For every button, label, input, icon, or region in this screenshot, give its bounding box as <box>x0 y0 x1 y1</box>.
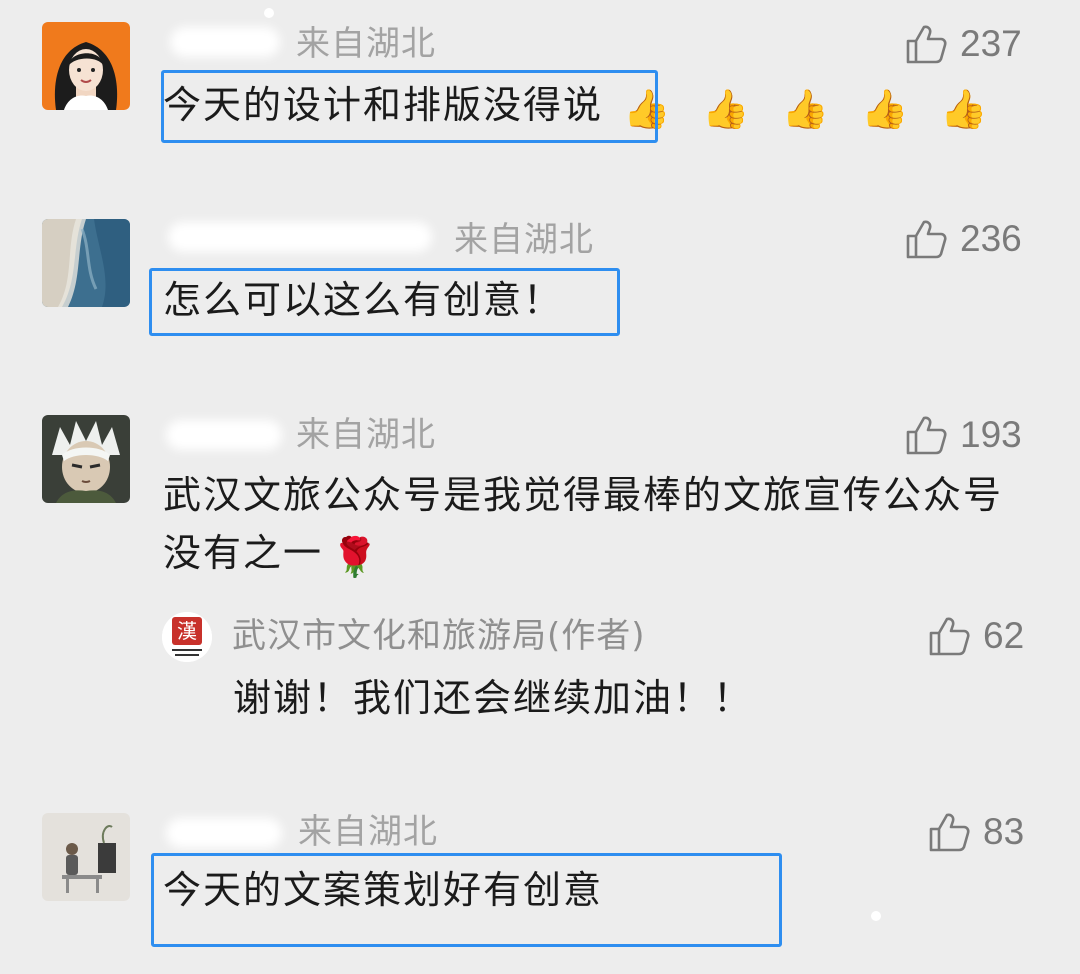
like-count: 62 <box>983 615 1025 656</box>
thumbs-up-emoji: 👍 <box>940 87 990 131</box>
user-avatar[interactable] <box>42 813 130 901</box>
user-avatar[interactable] <box>42 219 130 307</box>
decorative-dot <box>264 8 274 18</box>
like-button[interactable]: 237 <box>904 21 1022 67</box>
user-avatar[interactable] <box>42 22 130 110</box>
nickname-redacted <box>168 222 432 252</box>
location-label: 来自湖北 <box>296 24 436 64</box>
reactions: 👍 👍 👍 👍 👍 <box>609 83 990 131</box>
like-button[interactable]: 193 <box>904 412 1022 458</box>
highlight-box <box>161 70 658 143</box>
nickname-redacted <box>170 27 280 57</box>
thumbs-up-emoji: 👍 <box>702 87 752 131</box>
author-name: 武汉市文化和旅游局(作者) <box>232 616 646 656</box>
like-button[interactable]: 83 <box>927 809 1024 855</box>
location-label: 来自湖北 <box>296 415 436 455</box>
highlight-box <box>151 853 782 947</box>
thumbs-up-emoji: 👍 <box>861 87 911 131</box>
thumbs-up-outline-icon <box>906 416 947 455</box>
like-button[interactable]: 236 <box>904 216 1022 262</box>
nickname-redacted <box>166 420 282 450</box>
author-avatar[interactable]: 漢 <box>162 612 212 662</box>
like-button[interactable]: 62 <box>927 613 1024 659</box>
location-label: 来自湖北 <box>298 812 438 852</box>
thumbs-up-outline-icon <box>929 813 970 852</box>
like-count: 237 <box>960 23 1022 64</box>
thumbs-up-outline-icon <box>906 220 947 259</box>
like-count: 193 <box>960 414 1022 455</box>
location-label: 来自湖北 <box>454 220 594 260</box>
thumbs-up-emoji: 👍 <box>781 87 831 131</box>
rose-emoji: 🌹 <box>331 535 381 579</box>
user-avatar[interactable] <box>42 415 130 503</box>
thumbs-up-outline-icon <box>929 617 970 656</box>
like-count: 83 <box>983 811 1025 852</box>
comment-text: 武汉文旅公众号是我觉得最棒的文旅宣传公众号没有之一 🌹 <box>163 466 1023 582</box>
highlight-box <box>149 268 620 336</box>
decorative-dot <box>871 911 881 921</box>
thumbs-up-outline-icon <box>906 25 947 64</box>
comment-body: 武汉文旅公众号是我觉得最棒的文旅宣传公众号没有之一 <box>163 473 1004 575</box>
nickname-redacted <box>166 818 282 848</box>
reply-text: 谢谢！我们还会继续加油！！ <box>233 676 754 720</box>
svg-text:漢: 漢 <box>177 619 197 643</box>
like-count: 236 <box>960 218 1022 259</box>
